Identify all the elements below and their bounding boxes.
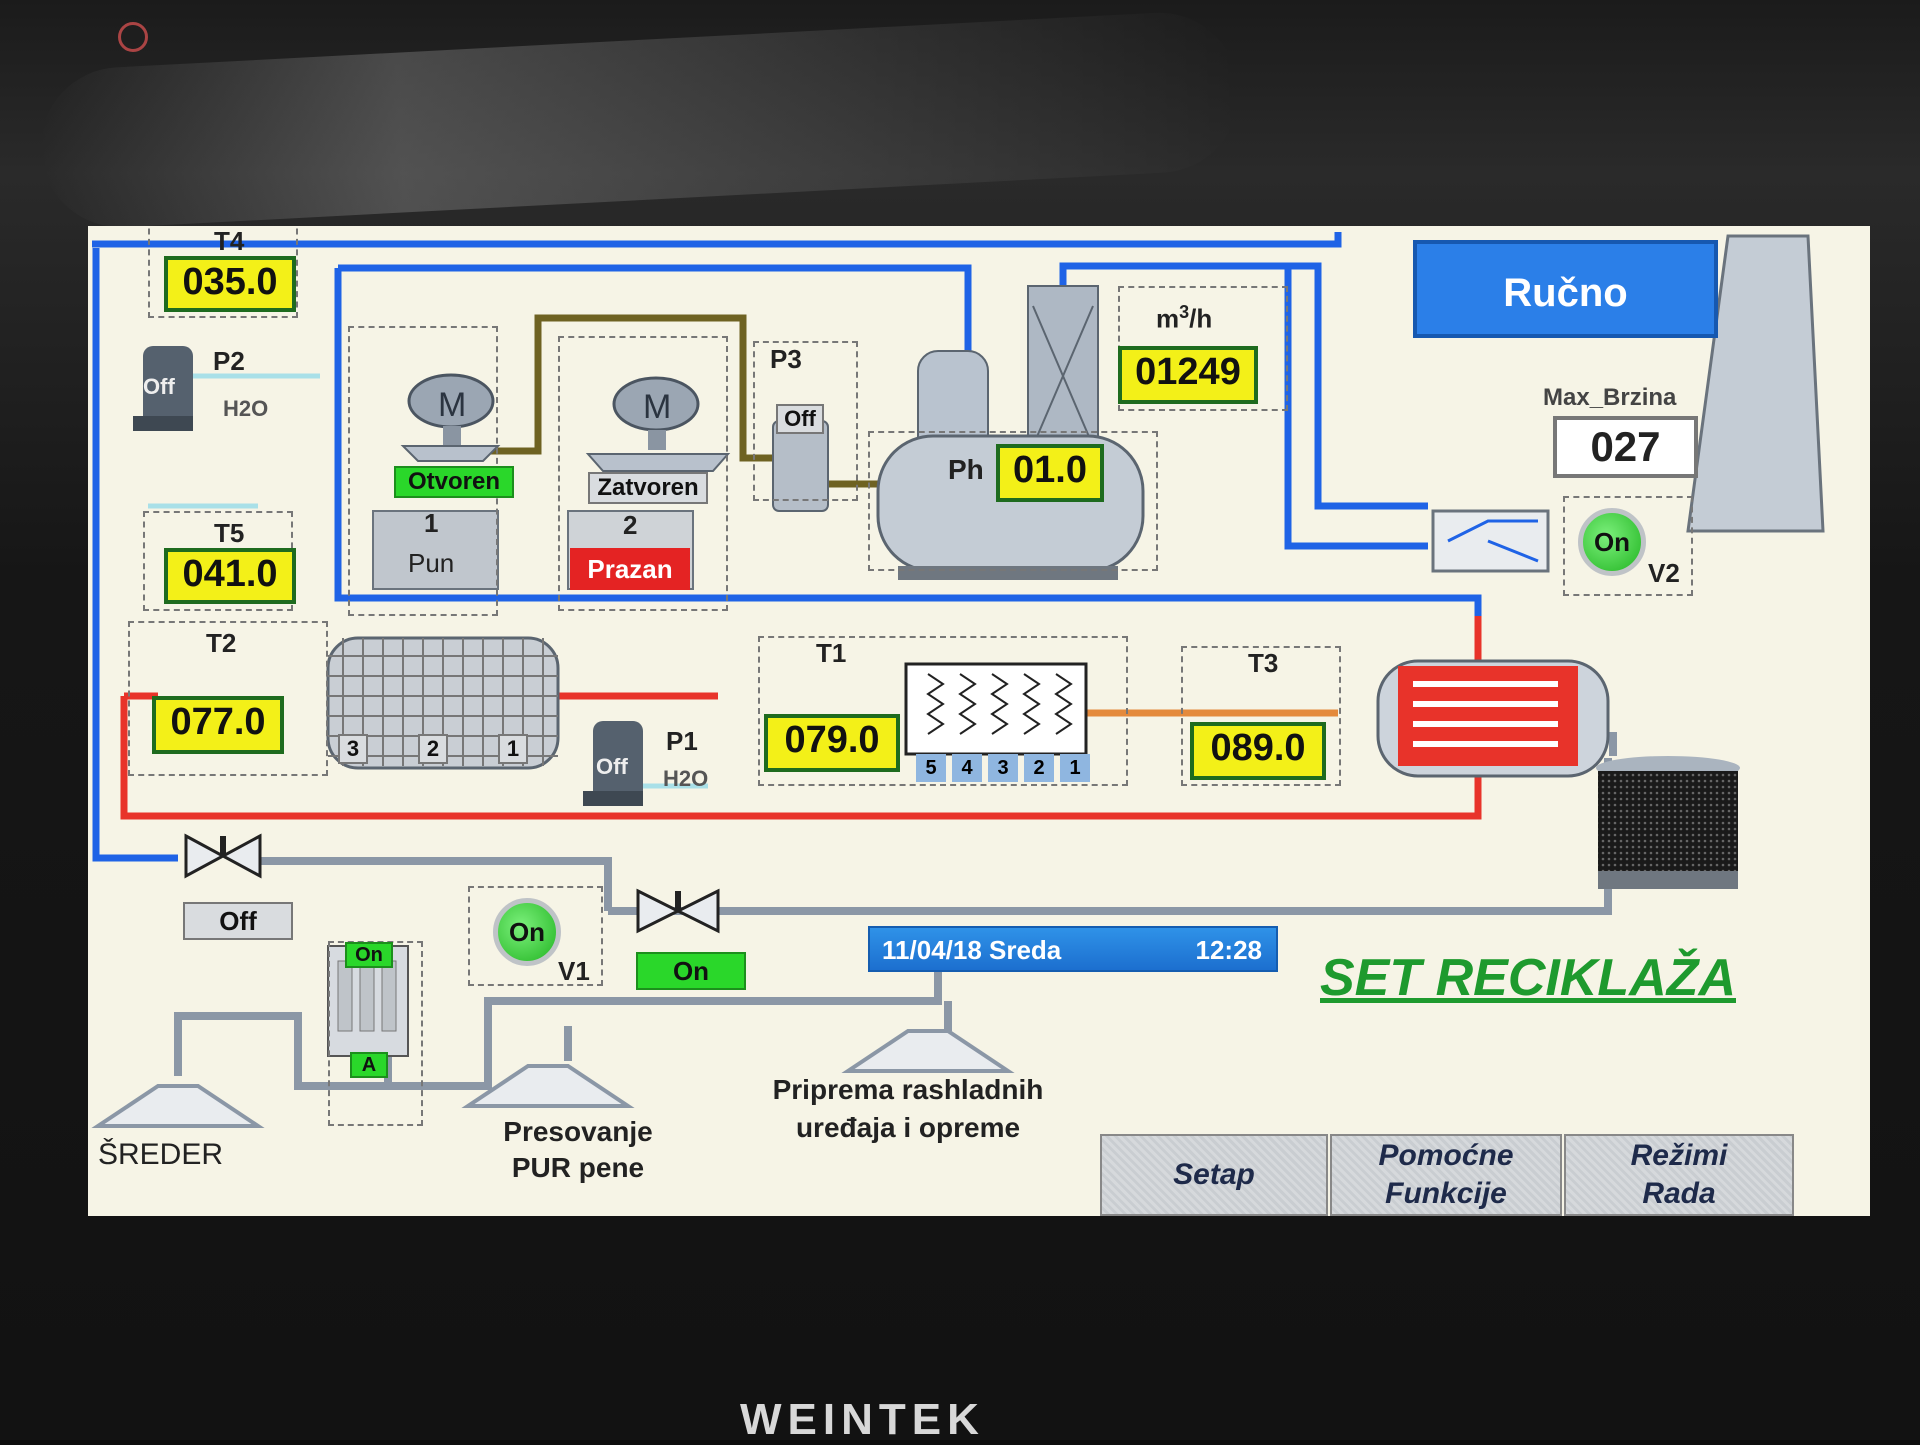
t1-label: T1 <box>816 638 847 668</box>
station-priprema-1: Priprema rashladnih <box>772 1074 1044 1105</box>
hmi-screen: M M Ručno T4 035.0 P2 Off H2O T5 041.0 O… <box>88 226 1870 1216</box>
mixer-1-state[interactable]: Otvoren <box>394 466 514 498</box>
station-presovanje-1: Presovanje <box>503 1116 653 1147</box>
v2-state[interactable]: On <box>1578 508 1646 576</box>
station-priprema-2: uređaja i opreme <box>795 1112 1021 1143</box>
setap-button[interactable]: Setap <box>1100 1134 1328 1216</box>
ph-value[interactable]: 01.0 <box>996 444 1104 502</box>
hood-sreder <box>91 1084 265 1128</box>
power-icon <box>118 22 148 52</box>
valve-mid-state[interactable]: On <box>636 952 746 990</box>
heater-t1-stage[interactable]: 2 <box>1024 754 1054 782</box>
station-presovanje-2: PUR pene <box>511 1152 645 1183</box>
heater-t1-stage[interactable]: 5 <box>916 754 946 782</box>
filter-cartridge <box>1596 756 1740 889</box>
t5-label: T5 <box>214 518 245 548</box>
v2-label: V2 <box>1648 558 1680 588</box>
t3-value[interactable]: 089.0 <box>1190 722 1326 780</box>
pomocne-funkcije-button[interactable]: Pomoćne Funkcije <box>1330 1134 1562 1216</box>
setap-button-label: Setap <box>1173 1158 1255 1191</box>
t3-label: T3 <box>1248 648 1279 678</box>
p2-label: P2 <box>213 346 245 376</box>
t4-label: T4 <box>214 226 245 256</box>
p1-label: P1 <box>666 726 698 756</box>
hood-priprema <box>841 1029 1015 1073</box>
mixer-2-number: 2 <box>623 510 638 540</box>
t2-value[interactable]: 077.0 <box>152 696 284 754</box>
ph-label: Ph <box>948 454 984 485</box>
heater-t2-stage[interactable]: 1 <box>498 734 528 764</box>
valve-mid-icon <box>636 888 720 934</box>
mixer-1-level: Pun <box>408 548 455 578</box>
p1-state[interactable]: Off <box>596 754 628 780</box>
heater-t1-stage[interactable]: 4 <box>952 754 982 782</box>
rezimi-rada-button[interactable]: Režimi Rada <box>1564 1134 1794 1216</box>
p2-medium: H2O <box>223 396 269 421</box>
p3-state[interactable]: Off <box>776 404 824 434</box>
flow-value[interactable]: 01249 <box>1118 346 1258 404</box>
heater-t2-stage[interactable]: 2 <box>418 734 448 764</box>
mixer-1-number: 1 <box>424 508 439 538</box>
t1-value[interactable]: 079.0 <box>764 714 900 772</box>
screen-title: SET RECIKLAŽA <box>1320 949 1736 1007</box>
date-text: 11/04/18 Sreda <box>882 935 1062 965</box>
p1-medium: H2O <box>663 766 709 791</box>
pomocne-label-1: Pomoćne <box>1378 1139 1514 1172</box>
filter-top-state[interactable]: On <box>345 942 393 968</box>
bezel-brand-logo: WEINTEK <box>740 1395 985 1444</box>
heater-t2-stages: 3 2 1 <box>338 734 553 764</box>
nozzle <box>1431 509 1550 573</box>
pomocne-label-2: Funkcije <box>1385 1177 1507 1210</box>
max-speed-label: Max_Brzina <box>1543 384 1677 411</box>
station-sreder: ŠREDER <box>98 1138 224 1171</box>
t2-label: T2 <box>206 628 237 658</box>
heater-t1-stage[interactable]: 1 <box>1060 754 1090 782</box>
max-speed-value[interactable]: 027 <box>1553 416 1698 478</box>
filter-bottom-label[interactable]: A <box>350 1052 388 1078</box>
t5-value[interactable]: 041.0 <box>164 548 296 604</box>
mixer-2-state[interactable]: Zatvoren <box>588 472 708 504</box>
heater-t1-stage[interactable]: 3 <box>988 754 1018 782</box>
mode-button[interactable]: Ručno <box>1413 240 1718 338</box>
time-text: 12:28 <box>1195 935 1263 965</box>
valve-left-state[interactable]: Off <box>183 902 293 940</box>
v1-state[interactable]: On <box>493 898 561 966</box>
valve-left-icon <box>184 833 262 879</box>
heat-exchanger <box>1376 659 1610 778</box>
p3-label: P3 <box>770 344 802 374</box>
p2-state[interactable]: Off <box>143 374 175 400</box>
rezimi-label-2: Rada <box>1642 1177 1716 1210</box>
heater-t1-stages: 5 4 3 2 1 <box>916 754 1096 784</box>
v1-label: V1 <box>558 956 590 986</box>
t4-value[interactable]: 035.0 <box>164 256 296 312</box>
datetime-bar: 11/04/18 Sreda 12:28 <box>868 926 1278 972</box>
mixer-2-level: Prazan <box>570 548 690 590</box>
heater-t2-stage[interactable]: 3 <box>338 734 368 764</box>
flow-unit: m3/h <box>1156 302 1213 334</box>
rezimi-label-1: Režimi <box>1630 1139 1728 1172</box>
